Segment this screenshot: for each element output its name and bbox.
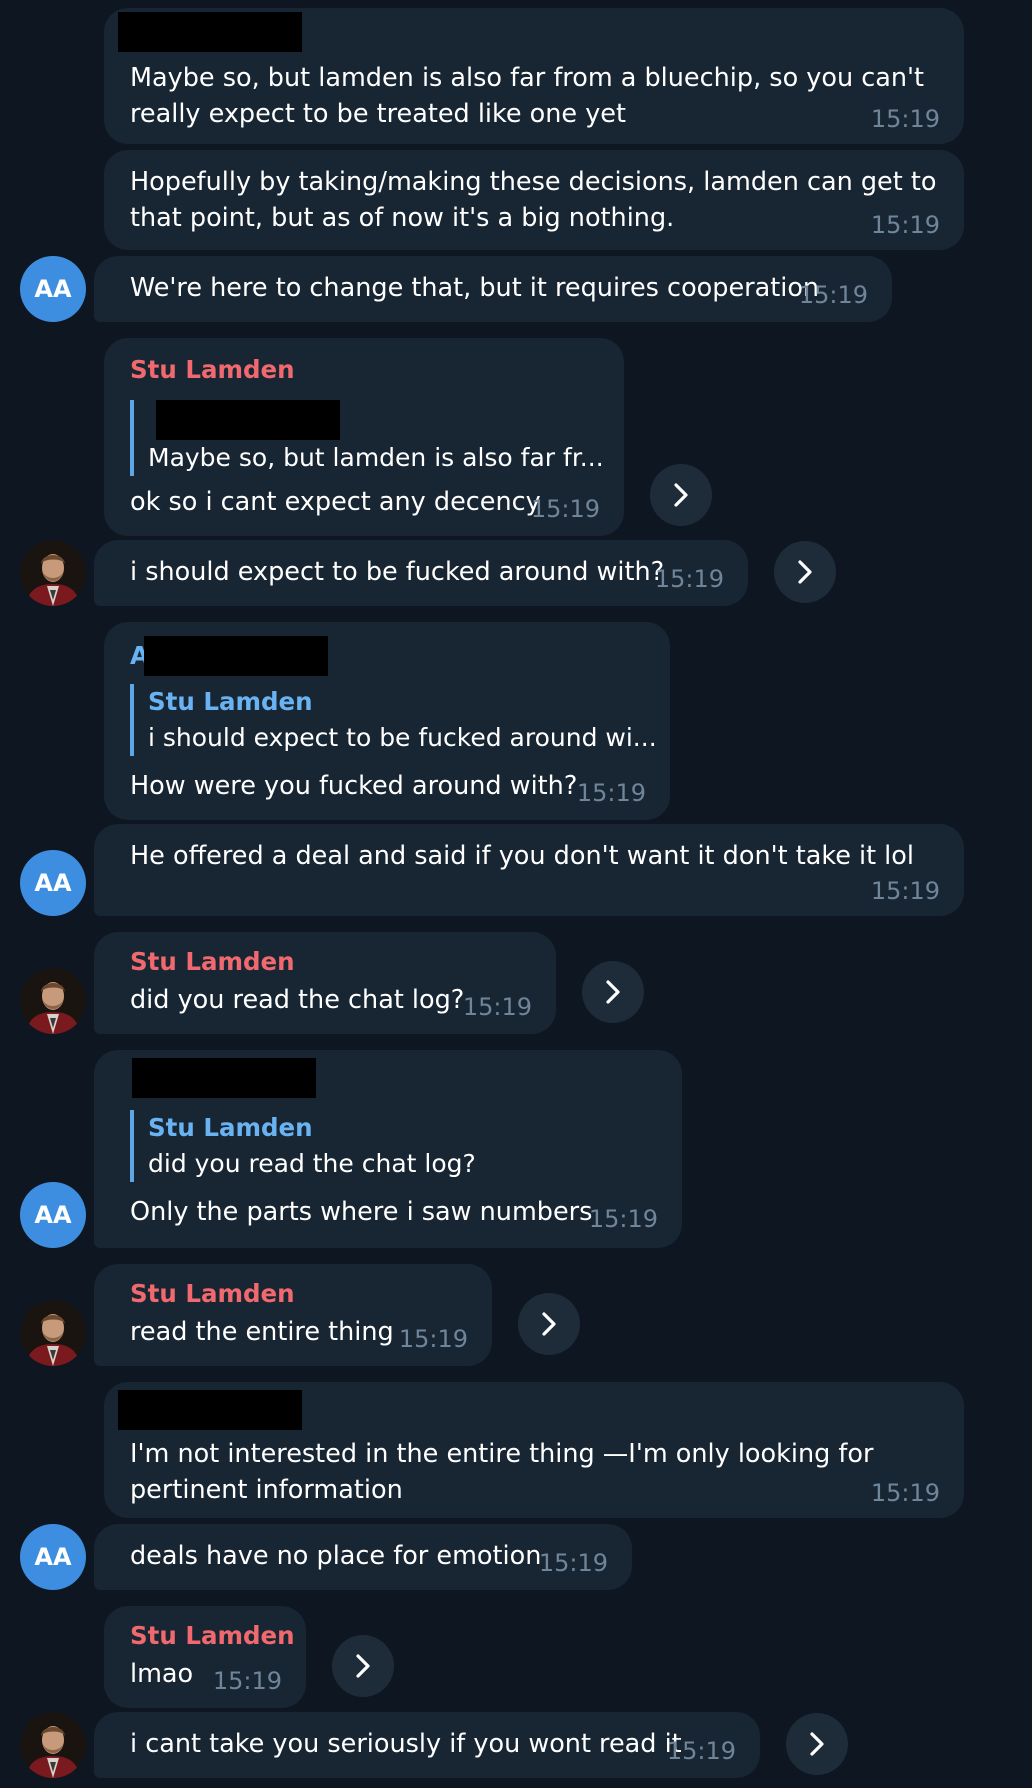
forward-button[interactable] — [650, 464, 712, 526]
message-text: i cant take you seriously if you wont re… — [130, 1729, 682, 1759]
message-text: Only the parts where i saw numbers — [130, 1197, 593, 1227]
forward-button[interactable] — [518, 1293, 580, 1355]
chevron-right-icon — [537, 1310, 561, 1338]
message-bubble[interactable]: Hopefully by taking/making these decisio… — [104, 150, 964, 250]
reply-quote[interactable]: Stu Lamden i should expect to be fucked … — [130, 684, 657, 756]
message-time: 15:19 — [530, 495, 600, 523]
message-bubble[interactable]: He offered a deal and said if you don't … — [94, 824, 964, 916]
forward-button[interactable] — [774, 541, 836, 603]
message-bubble[interactable]: Stu Lamden did you read the chat log? On… — [94, 1050, 682, 1248]
message-bubble[interactable]: i should expect to be fucked around with… — [94, 540, 748, 606]
message-time: 15:19 — [462, 993, 532, 1021]
redacted-reply-name — [156, 400, 340, 440]
message-bubble[interactable]: i cant take you seriously if you wont re… — [94, 1712, 760, 1778]
message-bubble[interactable]: Stu Lamden did you read the chat log? 15… — [94, 932, 556, 1034]
user-avatar-aa[interactable]: AA — [20, 1524, 86, 1590]
message-text: i should expect to be fucked around with… — [130, 557, 665, 587]
chevron-right-icon — [805, 1730, 829, 1758]
redacted-sender — [118, 1390, 302, 1430]
profile-photo — [20, 540, 86, 606]
reply-quote[interactable]: Stu Lamden did you read the chat log? — [130, 1110, 476, 1182]
message-bubble[interactable]: deals have no place for emotion 15:19 — [94, 1524, 632, 1590]
reply-quote[interactable]: Maybe so, but lamden is also far fr... — [130, 400, 604, 476]
message-text: He offered a deal and said if you don't … — [130, 841, 914, 871]
user-avatar-stu[interactable] — [20, 540, 86, 606]
message-time: 15:19 — [870, 105, 940, 133]
chevron-right-icon — [793, 558, 817, 586]
redacted-sender — [144, 636, 328, 676]
redacted-sender — [118, 12, 302, 52]
forward-button[interactable] — [786, 1713, 848, 1775]
chevron-right-icon — [351, 1652, 375, 1680]
message-time: 15:19 — [666, 1737, 736, 1765]
message-text: How were you fucked around with? — [130, 771, 578, 801]
message-bubble[interactable]: Stu Lamden read the entire thing 15:19 — [94, 1264, 492, 1366]
sender-name[interactable]: Stu Lamden — [130, 946, 295, 978]
message-text: ok so i cant expect any decency — [130, 487, 541, 517]
message-time: 15:19 — [576, 779, 646, 807]
sender-name[interactable]: Stu Lamden — [130, 354, 295, 386]
message-text: I'm not interested in the entire thing —… — [130, 1439, 874, 1469]
reply-name: Stu Lamden — [148, 687, 313, 716]
reply-text: Maybe so, but lamden is also far fr... — [148, 443, 604, 472]
profile-photo — [20, 1712, 86, 1778]
message-bubble[interactable]: Maybe so, but lamden is also far from a … — [104, 8, 964, 144]
profile-photo — [20, 1300, 86, 1366]
chevron-right-icon — [601, 978, 625, 1006]
message-time: 15:19 — [870, 877, 940, 905]
user-avatar-aa[interactable]: AA — [20, 850, 86, 916]
forward-button[interactable] — [582, 961, 644, 1023]
message-text: pertinent information — [130, 1475, 403, 1505]
message-bubble[interactable]: We're here to change that, but it requir… — [94, 256, 892, 322]
message-text: Maybe so, but lamden is also far from a … — [130, 63, 925, 93]
message-time: 15:19 — [870, 1479, 940, 1507]
chat-message-list[interactable]: Maybe so, but lamden is also far from a … — [0, 0, 1032, 1788]
message-text: read the entire thing — [130, 1317, 394, 1347]
reply-name: Stu Lamden — [148, 1113, 313, 1142]
message-time: 15:19 — [212, 1667, 282, 1695]
profile-photo — [20, 968, 86, 1034]
message-text: deals have no place for emotion — [130, 1541, 542, 1571]
message-text: did you read the chat log? — [130, 985, 465, 1015]
message-text: that point, but as of now it's a big not… — [130, 203, 675, 233]
sender-name[interactable]: Stu Lamden — [130, 1620, 295, 1652]
message-text: We're here to change that, but it requir… — [130, 273, 820, 303]
message-bubble[interactable]: Stu Lamden lmao 15:19 — [104, 1606, 306, 1708]
reply-text: i should expect to be fucked around wi..… — [148, 723, 657, 752]
user-avatar-aa[interactable]: AA — [20, 256, 86, 322]
reply-text: did you read the chat log? — [148, 1149, 476, 1178]
forward-button[interactable] — [332, 1635, 394, 1697]
sender-name[interactable]: Stu Lamden — [130, 1278, 295, 1310]
message-time: 15:19 — [538, 1549, 608, 1577]
message-time: 15:19 — [798, 281, 868, 309]
redacted-sender — [132, 1058, 316, 1098]
user-avatar-stu[interactable] — [20, 1300, 86, 1366]
message-bubble[interactable]: A Stu Lamden i should expect to be fucke… — [104, 622, 670, 820]
chevron-right-icon — [669, 481, 693, 509]
user-avatar-stu[interactable] — [20, 1712, 86, 1778]
message-text: lmao — [130, 1659, 194, 1689]
user-avatar-aa[interactable]: AA — [20, 1182, 86, 1248]
message-time: 15:19 — [654, 565, 724, 593]
message-text: Hopefully by taking/making these decisio… — [130, 167, 937, 197]
message-time: 15:19 — [588, 1205, 658, 1233]
message-bubble[interactable]: Stu Lamden Maybe so, but lamden is also … — [104, 338, 624, 536]
message-text: really expect to be treated like one yet — [130, 99, 626, 129]
user-avatar-stu[interactable] — [20, 968, 86, 1034]
message-time: 15:19 — [870, 211, 940, 239]
message-bubble[interactable]: I'm not interested in the entire thing —… — [104, 1382, 964, 1518]
message-time: 15:19 — [398, 1325, 468, 1353]
